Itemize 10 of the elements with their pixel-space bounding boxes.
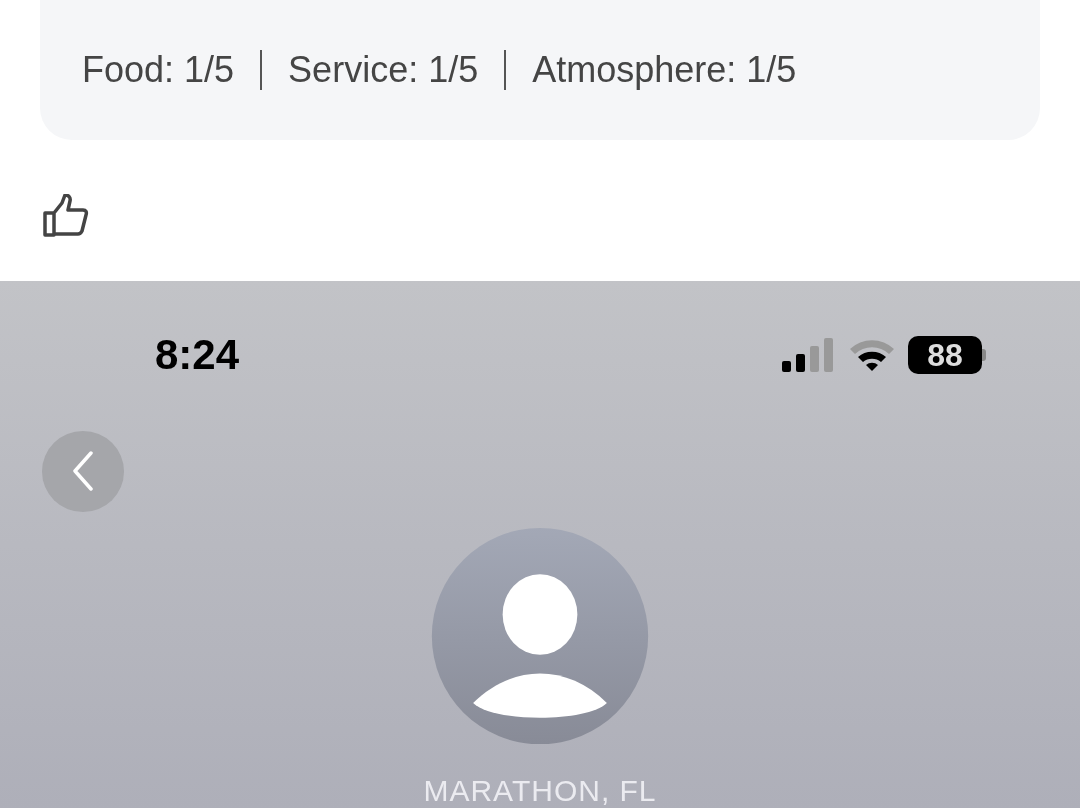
location-text: MARATHON, FL: [423, 774, 657, 808]
back-icon: [72, 451, 94, 492]
signal-icon: [782, 337, 836, 373]
rating-text: Food: 1/5: [82, 49, 235, 91]
status-time: 8:24: [155, 331, 240, 379]
thumbs-up-icon: [42, 194, 90, 238]
rating-text: Service: 1/5: [288, 49, 479, 91]
wifi-icon: [848, 337, 896, 373]
rating-text: Atmosphere: 1/5: [532, 49, 797, 91]
battery-indicator: 88: [908, 336, 982, 374]
